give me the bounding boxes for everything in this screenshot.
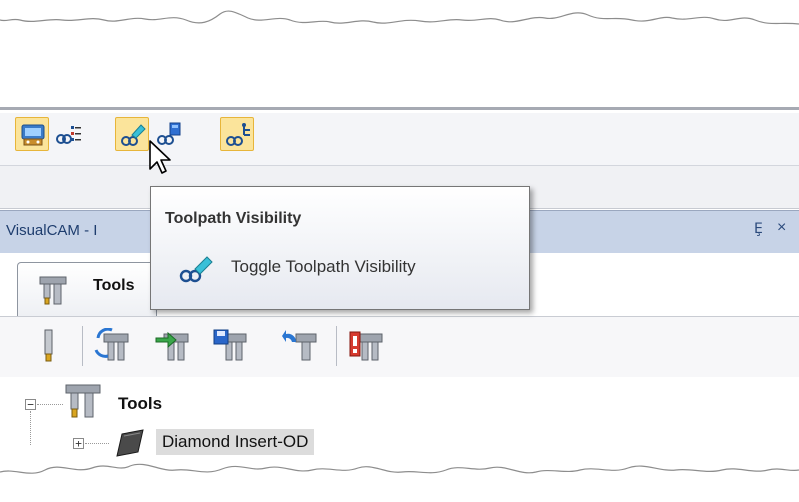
toolpath-tree-icon (226, 123, 250, 146)
tools-icon (65, 384, 101, 418)
tooltip-command-label: Toggle Toolpath Visibility (231, 257, 416, 276)
tree-root-label[interactable]: Tools (118, 394, 162, 414)
collapse-toggle[interactable]: − (25, 399, 36, 410)
machine-setup-button[interactable] (15, 117, 49, 151)
toolpath-visibility-button[interactable] (115, 117, 149, 151)
torn-edge-top (0, 0, 799, 25)
operations-list-button[interactable] (51, 117, 85, 151)
toolbar-separator-2 (336, 326, 337, 366)
torn-edge-bottom (0, 463, 799, 502)
delete-tool-icon[interactable] (348, 328, 384, 364)
toolpath-visibility-tooltip: Toolpath Visibility Toggle Toolpath Visi… (150, 186, 530, 310)
toolpath-tree-button[interactable] (220, 117, 254, 151)
machine-setup-icon (21, 124, 45, 146)
tooltip-title: Toolpath Visibility (165, 210, 302, 227)
new-tool-icon[interactable] (38, 328, 58, 364)
tree-connector (37, 404, 63, 405)
operations-list-icon (56, 126, 81, 144)
tab-tools-label: Tools (93, 277, 135, 294)
toolbar-separator (82, 326, 83, 366)
tools-icon (39, 276, 67, 305)
import-tool-icon[interactable] (154, 328, 190, 364)
top-divider (0, 107, 799, 110)
pin-icon[interactable]: Ȩ (754, 221, 763, 237)
toolpath-visibility-icon (179, 256, 213, 283)
tree-connector (30, 411, 31, 445)
toolpath-visibility-icon (121, 124, 146, 146)
save-tool-icon[interactable] (212, 328, 248, 364)
close-icon[interactable]: × (777, 219, 786, 237)
mouse-cursor-icon (149, 140, 171, 174)
edit-tool-icon[interactable] (94, 328, 130, 364)
undo-tool-icon[interactable] (282, 328, 318, 364)
panel-title: VisualCAM - I (6, 222, 98, 239)
expand-toggle[interactable]: + (73, 438, 84, 449)
tab-tools[interactable] (17, 262, 157, 316)
tree-connector (85, 443, 109, 444)
